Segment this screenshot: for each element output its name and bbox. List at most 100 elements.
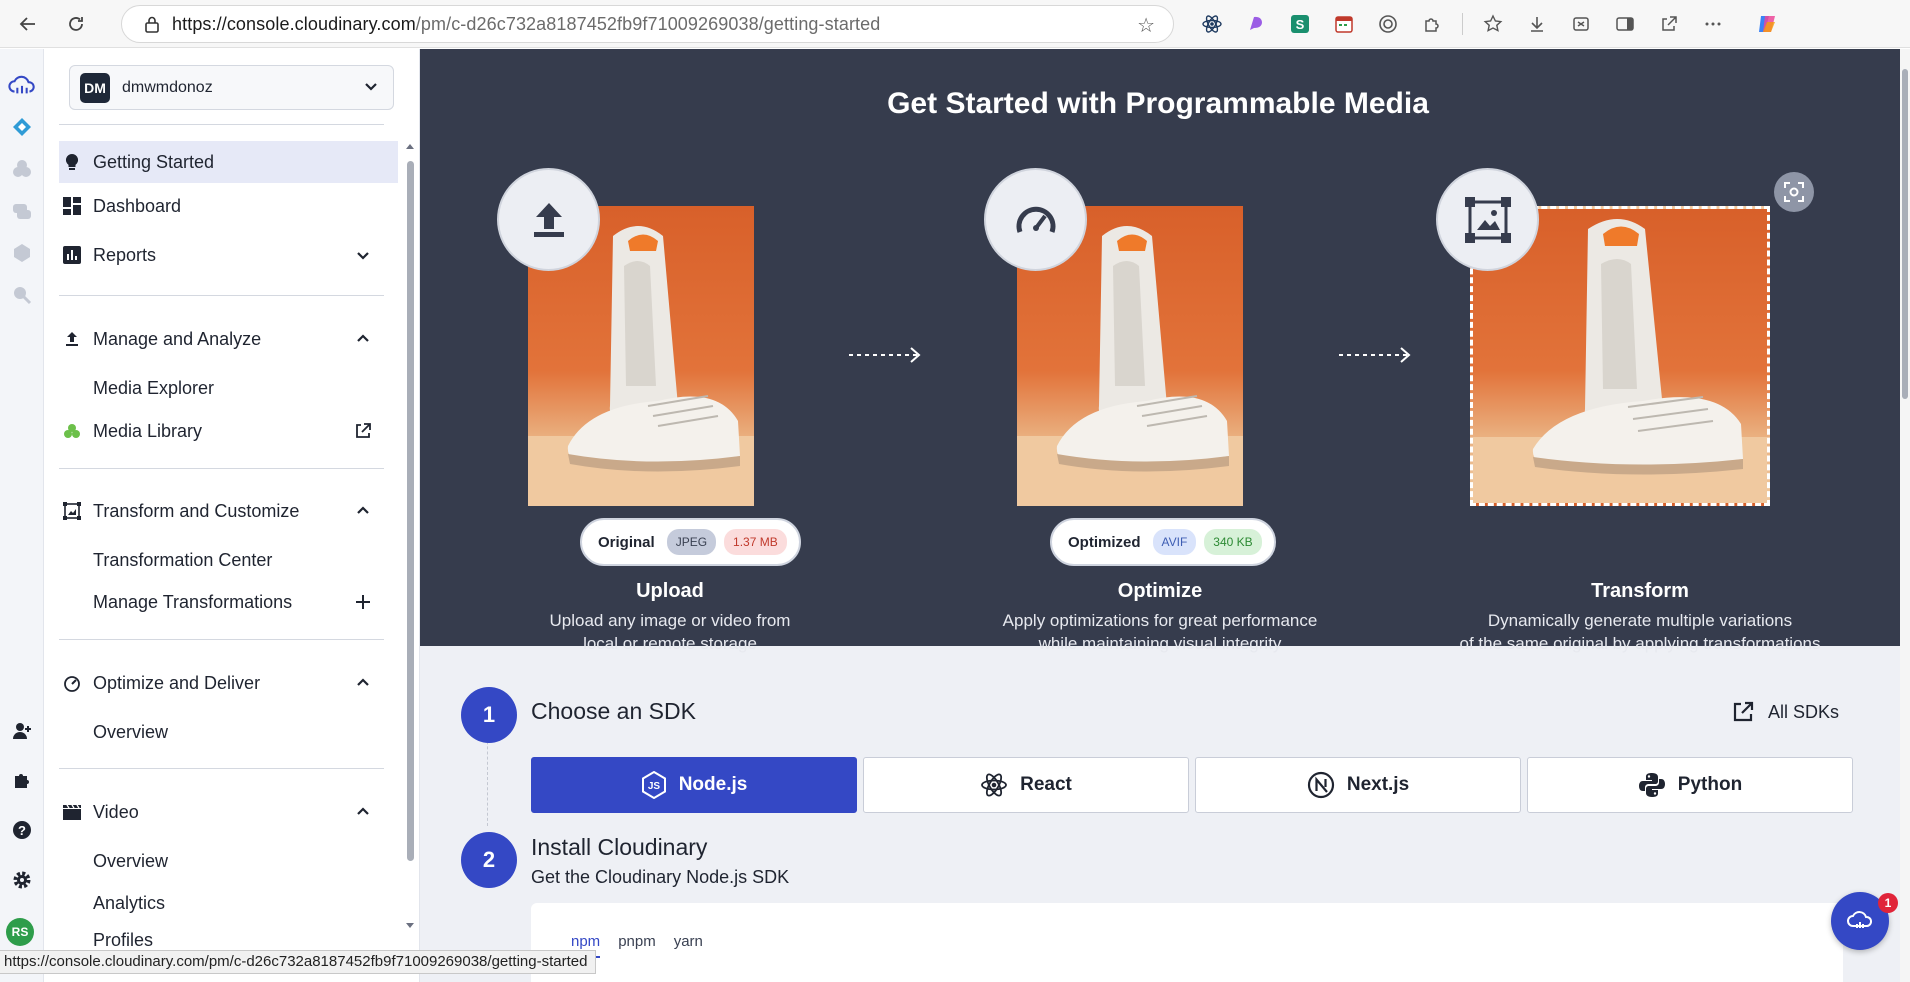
ai-icon[interactable] (8, 281, 36, 309)
copilot-icon[interactable] (1745, 8, 1789, 40)
favorite-star-icon[interactable]: ☆ (1137, 13, 1155, 38)
sdk-tabs: JS Node.js React Next.js Python (531, 757, 1853, 813)
sidebar-item-label: Media Library (93, 420, 203, 441)
sidebar-toggle-icon[interactable] (1603, 8, 1647, 40)
sidebar-section-optimize-deliver[interactable]: Optimize and Deliver (59, 662, 398, 704)
all-sdks-link[interactable]: All SDKs (1732, 701, 1839, 723)
main-scrollbar-thumb[interactable] (1902, 69, 1908, 399)
sidebar-item-overview-optimize[interactable]: Overview (59, 711, 398, 753)
extension-purple-icon[interactable] (1234, 8, 1278, 40)
sidebar-item-label: Media Explorer (93, 377, 215, 398)
divider (59, 468, 384, 469)
sidebar-scrollbar-thumb[interactable] (407, 161, 414, 861)
tab-python[interactable]: Python (1527, 757, 1853, 813)
bar-chart-icon (63, 246, 81, 264)
sidebar-scrollbar[interactable] (404, 141, 416, 931)
sidebar-item-getting-started[interactable]: Getting Started (59, 141, 398, 183)
nextjs-icon (1307, 771, 1334, 799)
sidebar-section-manage-analyze[interactable]: Manage and Analyze (59, 318, 398, 360)
share-icon[interactable] (1647, 8, 1691, 40)
chevron-up-icon[interactable] (354, 330, 372, 348)
sidebar-item-label: Overview (93, 721, 169, 742)
original-info-pill: Original JPEG 1.37 MB (580, 518, 801, 566)
step-desc-line2: while maintaining visual integrity (1038, 634, 1282, 653)
size-badge: 340 KB (1204, 529, 1262, 555)
external-link-icon (1733, 701, 1754, 722)
url-path: /pm/c-d26c732a8187452fb9f71009269038/get… (415, 13, 881, 34)
reload-icon[interactable] (58, 6, 94, 42)
chevron-up-icon[interactable] (354, 674, 372, 692)
step-desc-line2: local or remote storage (583, 634, 757, 653)
format-badge: JPEG (666, 529, 717, 555)
sidebar-item-reports[interactable]: Reports (59, 234, 398, 276)
tab-label: Python (1677, 774, 1743, 795)
upload-step-icon (497, 168, 600, 271)
arrow-right-icon (849, 347, 921, 363)
step-number-1: 1 (461, 687, 517, 743)
video-api-icon[interactable] (8, 197, 36, 225)
extension-target-icon[interactable] (1366, 8, 1410, 40)
tab-nextjs[interactable]: Next.js (1195, 757, 1521, 813)
step-transform: Transform Dynamically generate multiple … (1420, 166, 1860, 653)
favorites-icon[interactable] (1471, 8, 1515, 40)
back-icon[interactable] (10, 6, 46, 42)
user-avatar[interactable]: RS (6, 918, 34, 946)
address-bar[interactable]: https://console.cloudinary.com/pm/c-d26c… (121, 5, 1174, 43)
sidebar-item-media-explorer[interactable]: Media Explorer (59, 367, 398, 409)
tab-label: Next.js (1346, 774, 1410, 795)
screenshot-icon[interactable] (1559, 8, 1603, 40)
structured-metadata-icon[interactable] (8, 239, 36, 267)
sidebar-item-manage-transformations[interactable]: Manage Transformations (59, 581, 398, 623)
tab-react[interactable]: React (863, 757, 1189, 813)
react-devtools-icon[interactable] (1190, 8, 1234, 40)
assets-icon[interactable] (8, 155, 36, 183)
svg-text:JS: JS (648, 781, 661, 792)
programmable-media-icon[interactable] (8, 113, 36, 141)
tab-pnpm[interactable]: pnpm (618, 933, 656, 958)
settings-gear-icon[interactable] (8, 866, 36, 894)
sidebar-section-transform-customize[interactable]: Transform and Customize (59, 490, 398, 532)
downloads-icon[interactable] (1515, 8, 1559, 40)
external-link-icon[interactable] (354, 422, 372, 440)
add-user-icon[interactable] (8, 717, 36, 745)
all-sdks-label: All SDKs (1768, 701, 1840, 722)
chevron-up-icon[interactable] (354, 803, 372, 821)
sidebar-item-label: Overview (93, 850, 169, 871)
account-selector[interactable]: DM dmwmdonoz (69, 65, 394, 110)
step-number-2: 2 (461, 832, 517, 888)
format-badge: AVIF (1152, 529, 1197, 555)
chevron-down-icon[interactable] (354, 246, 372, 264)
divider (59, 124, 384, 125)
add-ons-puzzle-icon[interactable] (8, 766, 36, 794)
extension-calendar-icon[interactable] (1322, 8, 1366, 40)
scroll-up-arrow-icon[interactable] (405, 141, 415, 151)
more-menu-icon[interactable] (1691, 8, 1735, 40)
sidebar-item-media-library[interactable]: Media Library (59, 410, 398, 452)
sidebar-item-label: Transformation Center (93, 549, 273, 570)
sidebar-item-analytics[interactable]: Analytics (59, 882, 398, 924)
main-scrollbar[interactable] (1900, 49, 1910, 982)
step-desc-line1: Upload any image or video from (549, 611, 791, 630)
hero-banner: Get Started with Programmable Media Orig… (420, 49, 1900, 653)
help-icon[interactable]: ? (8, 816, 36, 844)
cloudinary-logo-icon[interactable] (8, 71, 36, 99)
sidebar-section-video[interactable]: Video (59, 791, 398, 833)
dashboard-icon (63, 197, 81, 215)
tab-nodejs[interactable]: JS Node.js (531, 757, 857, 813)
chevron-up-icon[interactable] (354, 502, 372, 520)
extension-s-icon[interactable]: S (1278, 8, 1322, 40)
speedometer-icon (63, 674, 81, 692)
plus-icon[interactable] (354, 593, 372, 611)
screenshot-capture-button[interactable] (1774, 172, 1814, 212)
sidebar-item-dashboard[interactable]: Dashboard (59, 185, 398, 227)
sidebar-item-transformation-center[interactable]: Transformation Center (59, 539, 398, 581)
extensions-puzzle-icon[interactable] (1410, 8, 1454, 40)
step-upload: Original JPEG 1.37 MB Upload Upload any … (480, 166, 860, 653)
media-library-icon (63, 422, 81, 440)
size-badge: 1.37 MB (724, 529, 787, 555)
tab-yarn[interactable]: yarn (674, 933, 703, 958)
step-optimize: Optimized AVIF 340 KB Optimize Apply opt… (970, 166, 1350, 653)
sidebar-item-overview-video[interactable]: Overview (59, 840, 398, 882)
arrow-right-icon (1339, 347, 1411, 363)
scroll-down-arrow-icon[interactable] (405, 921, 415, 931)
